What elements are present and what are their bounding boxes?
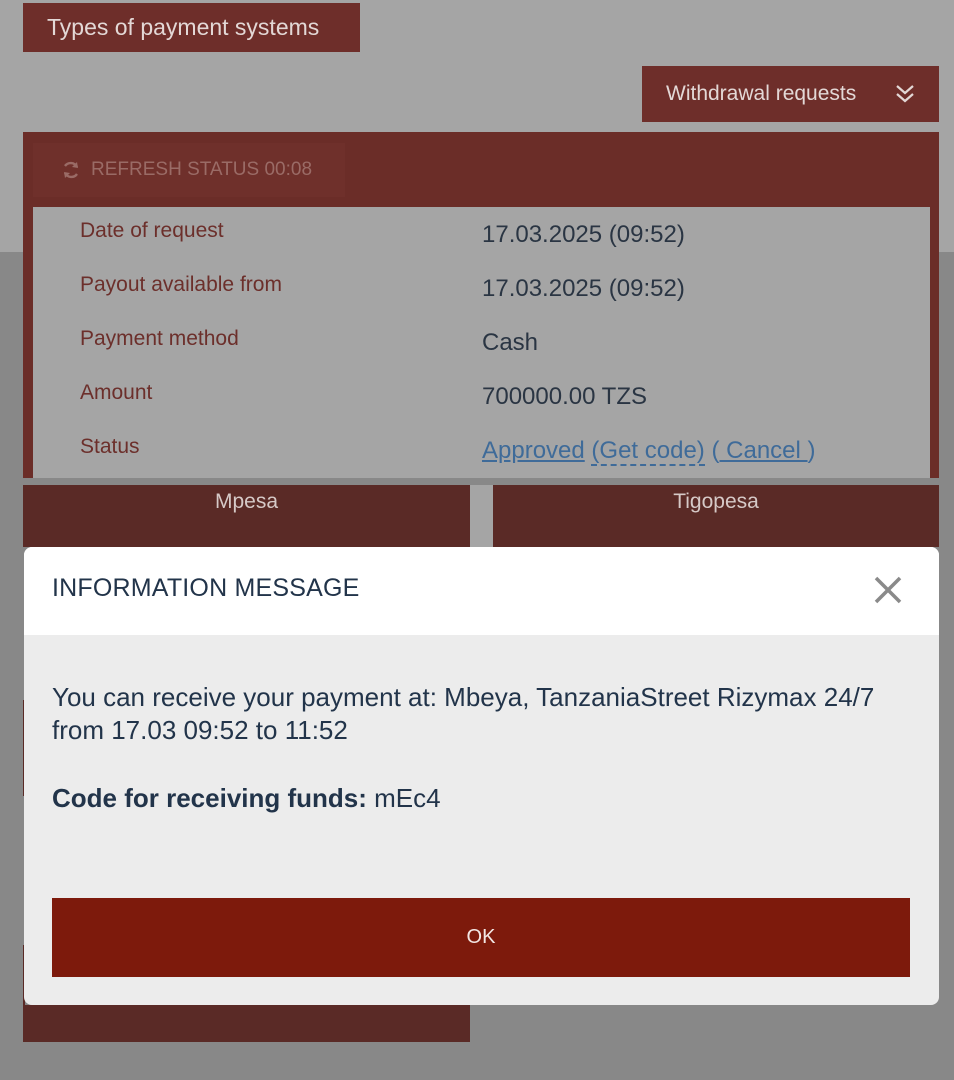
detail-label: Payout available from	[80, 273, 282, 296]
dialog-title: INFORMATION MESSAGE	[52, 574, 360, 602]
approved-link[interactable]: Approved	[482, 437, 585, 464]
tab-divider	[470, 485, 493, 547]
detail-row-method: Payment method Cash	[33, 315, 930, 369]
refresh-status-button[interactable]: REFRESH STATUS 00:08	[33, 143, 345, 197]
information-message-dialog: INFORMATION MESSAGE You can receive your…	[24, 547, 939, 1005]
detail-row-amount: Amount 700000.00 TZS	[33, 369, 930, 423]
get-code-link[interactable]: (Get code)	[591, 437, 705, 466]
detail-value: 17.03.2025 (09:52)	[482, 275, 685, 302]
cancel-close-paren: )	[807, 437, 816, 464]
detail-value: 700000.00 TZS	[482, 383, 648, 410]
detail-value: 17.03.2025 (09:52)	[482, 221, 685, 248]
cancel-link[interactable]: Cancel	[719, 437, 807, 464]
dialog-header: INFORMATION MESSAGE	[24, 547, 939, 635]
tab-mpesa[interactable]: Mpesa	[23, 485, 470, 547]
double-chevron-down-icon	[896, 85, 914, 103]
status-value: Approved (Get code) ( Cancel )	[482, 437, 816, 466]
refresh-status-label: REFRESH STATUS 00:08	[91, 159, 313, 180]
mpesa-content-block	[23, 1005, 470, 1042]
refresh-icon	[63, 161, 79, 179]
detail-row-status: Status Approved (Get code) ( Cancel )	[33, 423, 930, 477]
detail-row-payout: Payout available from 17.03.2025 (09:52)	[33, 261, 930, 315]
detail-label: Payment method	[80, 327, 239, 350]
types-of-payment-systems-button[interactable]: Types of payment systems	[23, 3, 360, 52]
ok-button[interactable]: OK	[52, 898, 910, 977]
detail-label: Date of request	[80, 219, 224, 242]
funds-code-value: mEc4	[366, 783, 441, 813]
dialog-message: You can receive your payment at: Mbeya, …	[52, 682, 875, 745]
funds-code-label: Code for receiving funds:	[52, 783, 367, 813]
close-icon[interactable]	[873, 575, 903, 605]
detail-label: Status	[80, 435, 140, 458]
detail-row-date: Date of request 17.03.2025 (09:52)	[33, 207, 930, 261]
detail-value: Cash	[482, 329, 539, 356]
funds-code: Code for receiving funds: mEc4	[52, 783, 441, 814]
withdrawal-requests-button[interactable]: Withdrawal requests	[642, 66, 939, 122]
request-details-table: Date of request 17.03.2025 (09:52) Payou…	[33, 207, 930, 478]
tab-tigopesa[interactable]: Tigopesa	[493, 485, 939, 547]
withdrawal-requests-label: Withdrawal requests	[666, 82, 857, 105]
detail-label: Amount	[80, 381, 153, 404]
